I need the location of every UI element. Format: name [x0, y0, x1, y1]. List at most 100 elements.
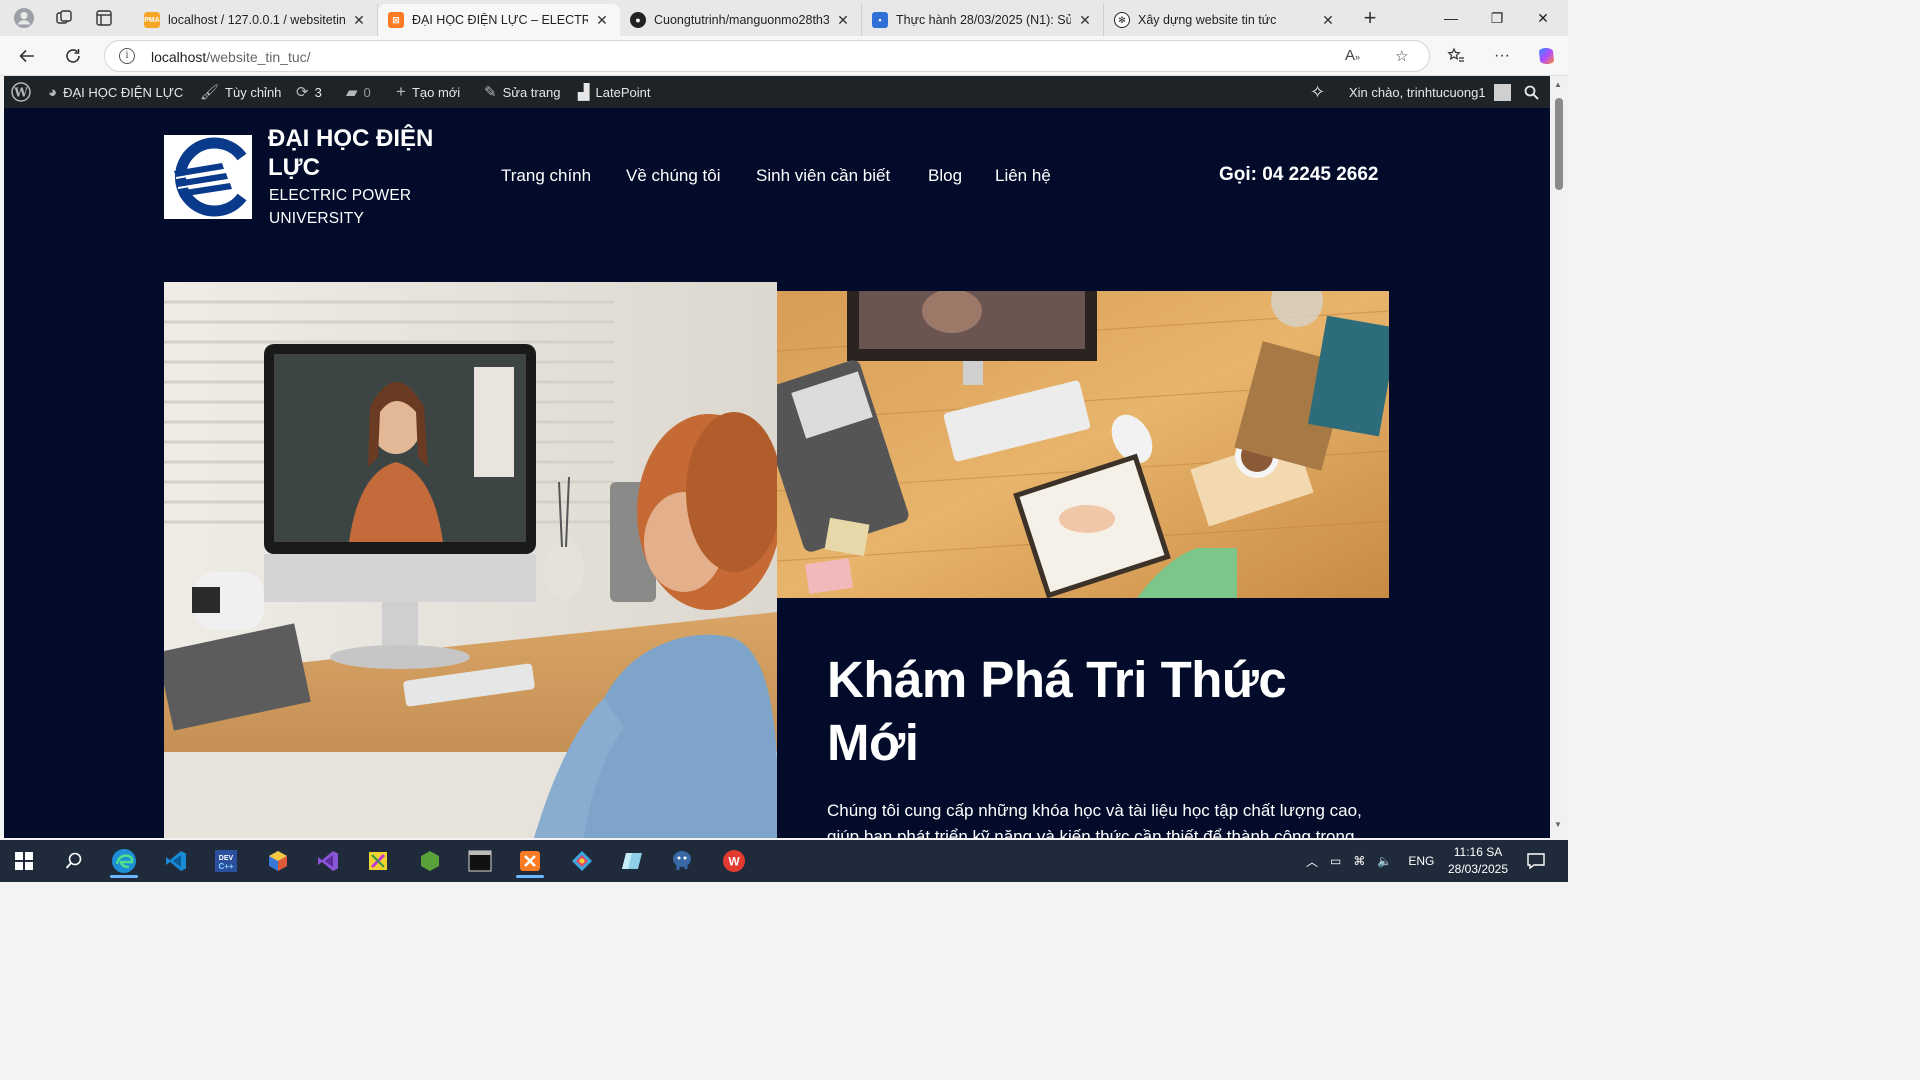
language-indicator[interactable]: ENG [1408, 854, 1434, 868]
refresh-button[interactable] [58, 42, 88, 70]
close-icon[interactable]: ✕ [351, 12, 367, 29]
taskbar-sketch-tool[interactable] [358, 844, 398, 878]
close-icon[interactable]: ✕ [835, 12, 851, 29]
wp-latepoint[interactable]: ▟ LatePoint [578, 76, 650, 108]
windows-icon [15, 852, 33, 870]
site-subtitle: ELECTRIC POWER UNIVERSITY [269, 187, 412, 227]
taskbar-git[interactable] [562, 844, 602, 878]
avatar [1493, 83, 1511, 101]
svg-text:C++: C++ [218, 862, 233, 871]
settings-more-button[interactable]: ··· [1488, 42, 1516, 70]
edge-icon [112, 849, 136, 873]
terminal-icon [468, 850, 492, 872]
notifications-button[interactable] [1516, 844, 1556, 878]
nav-item-students[interactable]: Sinh viên cần biết [756, 166, 890, 186]
cube-icon [269, 851, 287, 871]
wp-customize[interactable]: 🖌 Tùy chỉnh [200, 76, 281, 108]
wp-admin-bar: W ◕ ĐẠI HỌC ĐIỆN LỰC 🖌 Tùy chỉnh ⟳ 3 ▰ 0… [4, 76, 1550, 108]
nav-item-contact[interactable]: Liên hệ [995, 166, 1051, 186]
git-tool-icon [572, 851, 592, 871]
back-button[interactable] [12, 42, 42, 70]
taskbar-visual-studio[interactable] [308, 844, 348, 878]
close-icon[interactable]: ✕ [1077, 12, 1093, 29]
clock[interactable]: 11:16 SA 28/03/2025 [1440, 844, 1516, 878]
volume-icon[interactable]: 🔈 [1377, 854, 1392, 868]
tab-title: localhost / 127.0.0.1 / websitetin | [168, 13, 345, 27]
wp-greeting: Xin chào, trinhtucuong1 [1349, 84, 1486, 100]
taskbar-glass-app[interactable] [612, 844, 652, 878]
close-icon[interactable]: ✕ [594, 12, 610, 29]
site-title[interactable]: ĐẠI HỌC ĐIỆN LỰC [268, 124, 468, 182]
svg-text:W: W [728, 855, 740, 869]
wp-edit-page[interactable]: ✎ Sửa trang [484, 76, 560, 108]
site-logo[interactable] [164, 135, 252, 219]
chevron-up-icon[interactable]: ︿ [1306, 853, 1318, 870]
minimize-button[interactable]: — [1428, 0, 1474, 36]
scroll-down-icon[interactable]: ▼ [1554, 820, 1562, 829]
tab-dai-hoc-dien-luc[interactable]: ⊠ ĐẠI HỌC ĐIỆN LỰC – ELECTRIC P ✕ [378, 4, 620, 36]
wp-new-content[interactable]: + Tạo mới [396, 76, 460, 108]
xampp-icon [520, 851, 540, 871]
favorite-star-icon[interactable]: ☆ [1395, 47, 1408, 65]
copilot-icon [1539, 48, 1554, 64]
browser-window: PMA localhost / 127.0.0.1 / websitetin |… [0, 0, 1568, 840]
devc-icon: DEVC++ [215, 850, 237, 872]
scrollbar-thumb[interactable] [1555, 98, 1563, 190]
profile-icon[interactable] [8, 4, 40, 32]
nav-item-home[interactable]: Trang chính [501, 166, 591, 186]
wp-comments[interactable]: ▰ 0 [346, 76, 371, 108]
tab-title: Cuongtutrinh/manguonmo28th3 [654, 13, 829, 27]
comment-icon: ▰ [346, 84, 358, 101]
close-icon[interactable]: ✕ [1320, 12, 1336, 29]
tab-title: ĐẠI HỌC ĐIỆN LỰC – ELECTRIC P [412, 13, 588, 27]
url-field[interactable]: i localhost/website_tin_tuc/ A» ☆ [104, 40, 1430, 72]
tab-phpmyadmin[interactable]: PMA localhost / 127.0.0.1 / websitetin |… [134, 4, 378, 36]
wp-search[interactable] [1524, 76, 1539, 108]
taskbar-edge[interactable] [104, 844, 144, 878]
wordpress-icon: W [11, 82, 31, 102]
tab-title: Xây dựng website tin tức [1138, 13, 1277, 27]
tab-actions-icon[interactable] [88, 4, 120, 32]
wordpress-logo-button[interactable]: W [11, 76, 31, 108]
copilot-button[interactable] [1532, 42, 1560, 70]
page-scrollbar[interactable]: ▲ ▼ [1550, 76, 1568, 838]
taskbar-vscode[interactable] [156, 844, 196, 878]
clock-time: 11:16 SA [1453, 845, 1503, 859]
taskbar-wps[interactable]: W [714, 844, 754, 878]
wp-my-account[interactable]: Xin chào, trinhtucuong1 [1349, 76, 1511, 108]
network-icon[interactable]: ⌘ [1353, 854, 1365, 868]
favorites-button[interactable] [1442, 42, 1470, 70]
tab-chatgpt[interactable]: ✻ Xây dựng website tin tức ✕ [1104, 4, 1346, 36]
glass-icon [622, 853, 642, 869]
new-tab-button[interactable]: + [1356, 6, 1384, 32]
search-button[interactable] [54, 844, 94, 878]
taskbar-terminal[interactable] [460, 844, 500, 878]
taskbar-nodejs[interactable] [410, 844, 450, 878]
hero-description: Chúng tôi cung cấp những khóa học và tài… [827, 801, 1362, 838]
phone-number[interactable]: Gọi: 04 2245 2662 [1219, 164, 1379, 186]
read-aloud-icon[interactable]: A» [1345, 47, 1360, 64]
wp-site-name[interactable]: ◕ ĐẠI HỌC ĐIỆN LỰC [48, 76, 183, 108]
workspaces-icon[interactable] [48, 4, 80, 32]
close-window-button[interactable]: ✕ [1520, 0, 1566, 36]
vscode-icon [166, 851, 186, 871]
clock-date: 28/03/2025 [1447, 862, 1509, 876]
scroll-up-icon[interactable]: ▲ [1554, 80, 1562, 89]
restore-button[interactable]: ❐ [1474, 0, 1520, 36]
tool-icon [369, 852, 387, 870]
taskbar-postgresql[interactable] [662, 844, 702, 878]
tab-github[interactable]: ● Cuongtutrinh/manguonmo28th3 ✕ [620, 4, 862, 36]
xampp-icon: ⊠ [388, 12, 404, 28]
taskbar-devc[interactable]: DEV C++ [206, 844, 246, 878]
taskbar-cube-app[interactable] [258, 844, 298, 878]
ai-sparkle-button[interactable]: ✧ [1310, 76, 1325, 108]
nav-item-blog[interactable]: Blog [928, 166, 962, 186]
site-info-icon[interactable]: i [119, 48, 135, 64]
start-button[interactable] [4, 844, 44, 878]
nav-item-about[interactable]: Về chúng tôi [626, 166, 721, 186]
battery-icon[interactable]: ▭ [1330, 854, 1341, 868]
wp-updates[interactable]: ⟳ 3 [296, 76, 322, 108]
taskbar-xampp[interactable] [510, 844, 550, 878]
hero-title: Khám Phá Tri Thức Mới [827, 651, 1287, 771]
tab-classroom[interactable]: ▪ Thực hành 28/03/2025 (N1): Sử dụ ✕ [862, 4, 1104, 36]
